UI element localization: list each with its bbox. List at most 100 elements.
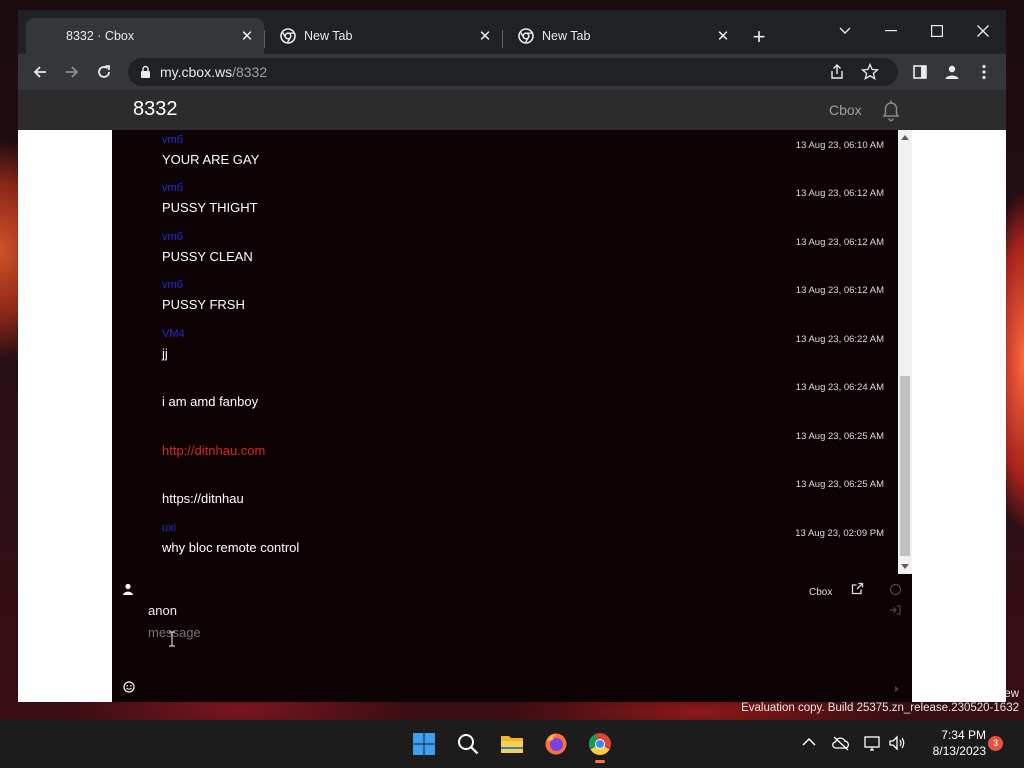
arrow-left-icon bbox=[33, 66, 46, 78]
page-viewport: 8332 Cbox vmб YOUR ARE GAY 13 Aug 23, 06… bbox=[18, 90, 1006, 702]
volume-icon[interactable] bbox=[888, 735, 906, 751]
close-tab-icon[interactable]: ✕ bbox=[474, 27, 496, 45]
message-author[interactable]: vmб bbox=[162, 182, 183, 194]
message-time: 13 Aug 23, 06:25 AM bbox=[795, 479, 884, 490]
chevron-down-icon bbox=[839, 27, 851, 34]
send-arrow-icon[interactable] bbox=[895, 686, 899, 692]
evaluation-watermark: ew Evaluation copy. Build 25375.zn_relea… bbox=[741, 688, 1019, 715]
lock-icon[interactable] bbox=[140, 65, 151, 79]
tab-new-tab-2[interactable]: New Tab ✕ bbox=[502, 18, 740, 54]
close-window-button[interactable] bbox=[963, 16, 1003, 46]
maximize-icon bbox=[931, 25, 943, 37]
message-text: why bloc remote control bbox=[162, 540, 300, 555]
side-panel-button[interactable] bbox=[909, 61, 931, 83]
arrow-right-icon bbox=[66, 66, 79, 78]
message-time: 13 Aug 23, 06:12 AM bbox=[795, 188, 884, 199]
reload-button[interactable] bbox=[90, 58, 118, 86]
message-text: YOUR ARE GAY bbox=[162, 152, 260, 167]
cbox-header: 8332 Cbox bbox=[18, 90, 1006, 130]
watermark-text: Evaluation copy. Build 25375.zn_release.… bbox=[741, 702, 1019, 714]
address-bar[interactable]: my.cbox.ws/8332 bbox=[128, 58, 898, 86]
blank-favicon-icon bbox=[42, 28, 58, 44]
status-indicator-icon bbox=[890, 584, 901, 595]
forward-button[interactable] bbox=[58, 58, 86, 86]
share-icon[interactable] bbox=[828, 63, 846, 81]
close-tab-icon[interactable]: ✕ bbox=[236, 27, 258, 45]
message-text: PUSSY CLEAN bbox=[162, 249, 253, 264]
message-text: i am amd fanboy bbox=[162, 394, 259, 409]
message-author[interactable]: vmб bbox=[162, 134, 183, 146]
cloud-offline-icon[interactable] bbox=[832, 735, 850, 751]
scrollbar-thumb[interactable] bbox=[900, 376, 910, 556]
message-author[interactable]: uxi bbox=[162, 522, 176, 534]
message-text: https://ditnhau bbox=[162, 491, 244, 506]
external-link-icon[interactable] bbox=[851, 582, 864, 595]
message-time: 13 Aug 23, 06:12 AM bbox=[795, 237, 884, 248]
tab-label: New Tab bbox=[304, 29, 353, 43]
chevron-up-icon[interactable] bbox=[802, 737, 816, 747]
chrome-button[interactable] bbox=[584, 728, 616, 763]
chrome-icon bbox=[589, 733, 611, 755]
scroll-down-arrow[interactable] bbox=[901, 564, 909, 569]
tab-search-button[interactable] bbox=[825, 16, 865, 46]
search-button[interactable] bbox=[452, 728, 484, 760]
message-author[interactable]: vmб bbox=[162, 279, 183, 291]
name-field[interactable] bbox=[146, 602, 790, 619]
reload-icon bbox=[98, 65, 111, 78]
minimize-icon bbox=[885, 30, 897, 32]
message-link[interactable]: http://ditnhau.com bbox=[162, 443, 265, 458]
profile-button[interactable] bbox=[941, 61, 963, 83]
message-time: 13 Aug 23, 06:10 AM bbox=[795, 140, 884, 151]
chrome-icon bbox=[518, 28, 534, 44]
menu-button[interactable] bbox=[973, 61, 995, 83]
message-time: 13 Aug 23, 02:09 PM bbox=[795, 528, 884, 539]
cbox-brand-link[interactable]: Cbox bbox=[829, 102, 862, 118]
bookmark-star-icon[interactable] bbox=[861, 63, 879, 81]
firefox-button[interactable] bbox=[540, 728, 572, 760]
message-time: 13 Aug 23, 06:24 AM bbox=[795, 382, 884, 393]
file-explorer-button[interactable] bbox=[496, 728, 528, 760]
side-panel-icon bbox=[913, 65, 927, 79]
login-icon[interactable] bbox=[889, 605, 901, 615]
message-text: jj bbox=[162, 346, 168, 361]
message-text: PUSSY THIGHT bbox=[162, 200, 258, 215]
chrome-icon bbox=[280, 28, 296, 44]
clock-date: 8/13/2023 bbox=[932, 744, 986, 758]
browser-toolbar: my.cbox.ws/8332 bbox=[18, 54, 1006, 90]
network-icon[interactable] bbox=[864, 735, 882, 751]
start-button[interactable] bbox=[408, 728, 440, 760]
message-author[interactable]: VM4 bbox=[162, 328, 185, 340]
minimize-button[interactable] bbox=[871, 16, 911, 46]
back-button[interactable] bbox=[26, 58, 54, 86]
message-time: 13 Aug 23, 06:22 AM bbox=[795, 334, 884, 345]
message-scrollbar[interactable] bbox=[898, 130, 912, 574]
profile-icon bbox=[945, 65, 959, 79]
url-path: /8332 bbox=[232, 64, 268, 80]
scroll-up-arrow[interactable] bbox=[901, 135, 909, 140]
tab-strip: 8332 · Cbox ✕ New Tab ✕ New Tab ✕ + bbox=[18, 10, 1006, 54]
cbox-link[interactable]: Cbox bbox=[809, 587, 832, 598]
user-icon[interactable] bbox=[122, 583, 134, 595]
bell-icon[interactable] bbox=[879, 98, 903, 122]
maximize-button[interactable] bbox=[917, 16, 957, 46]
message-input[interactable] bbox=[146, 624, 790, 641]
tab-cbox[interactable]: 8332 · Cbox ✕ bbox=[26, 18, 264, 54]
message-list[interactable]: vmб YOUR ARE GAY 13 Aug 23, 06:10 AM vmб… bbox=[112, 130, 898, 574]
message-composer: Cbox bbox=[112, 574, 912, 702]
text-cursor-icon bbox=[169, 631, 175, 647]
message-author[interactable]: vmб bbox=[162, 231, 183, 243]
kebab-menu-icon bbox=[982, 64, 986, 80]
page-title: 8332 bbox=[133, 98, 178, 120]
close-icon bbox=[977, 25, 989, 37]
message-text: PUSSY FRSH bbox=[162, 297, 245, 312]
close-tab-icon[interactable]: ✕ bbox=[712, 27, 734, 45]
clock-time: 7:34 PM bbox=[941, 728, 986, 742]
new-tab-button[interactable]: + bbox=[746, 25, 772, 51]
emoji-icon[interactable] bbox=[123, 681, 135, 693]
tab-new-tab-1[interactable]: New Tab ✕ bbox=[264, 18, 502, 54]
firefox-icon bbox=[545, 733, 567, 755]
notification-badge[interactable]: 3 bbox=[988, 736, 1003, 751]
url-text: my.cbox.ws/8332 bbox=[160, 64, 267, 80]
system-clock[interactable]: 7:34 PM 8/13/2023 bbox=[916, 727, 986, 759]
tab-label: 8332 · Cbox bbox=[66, 29, 135, 43]
